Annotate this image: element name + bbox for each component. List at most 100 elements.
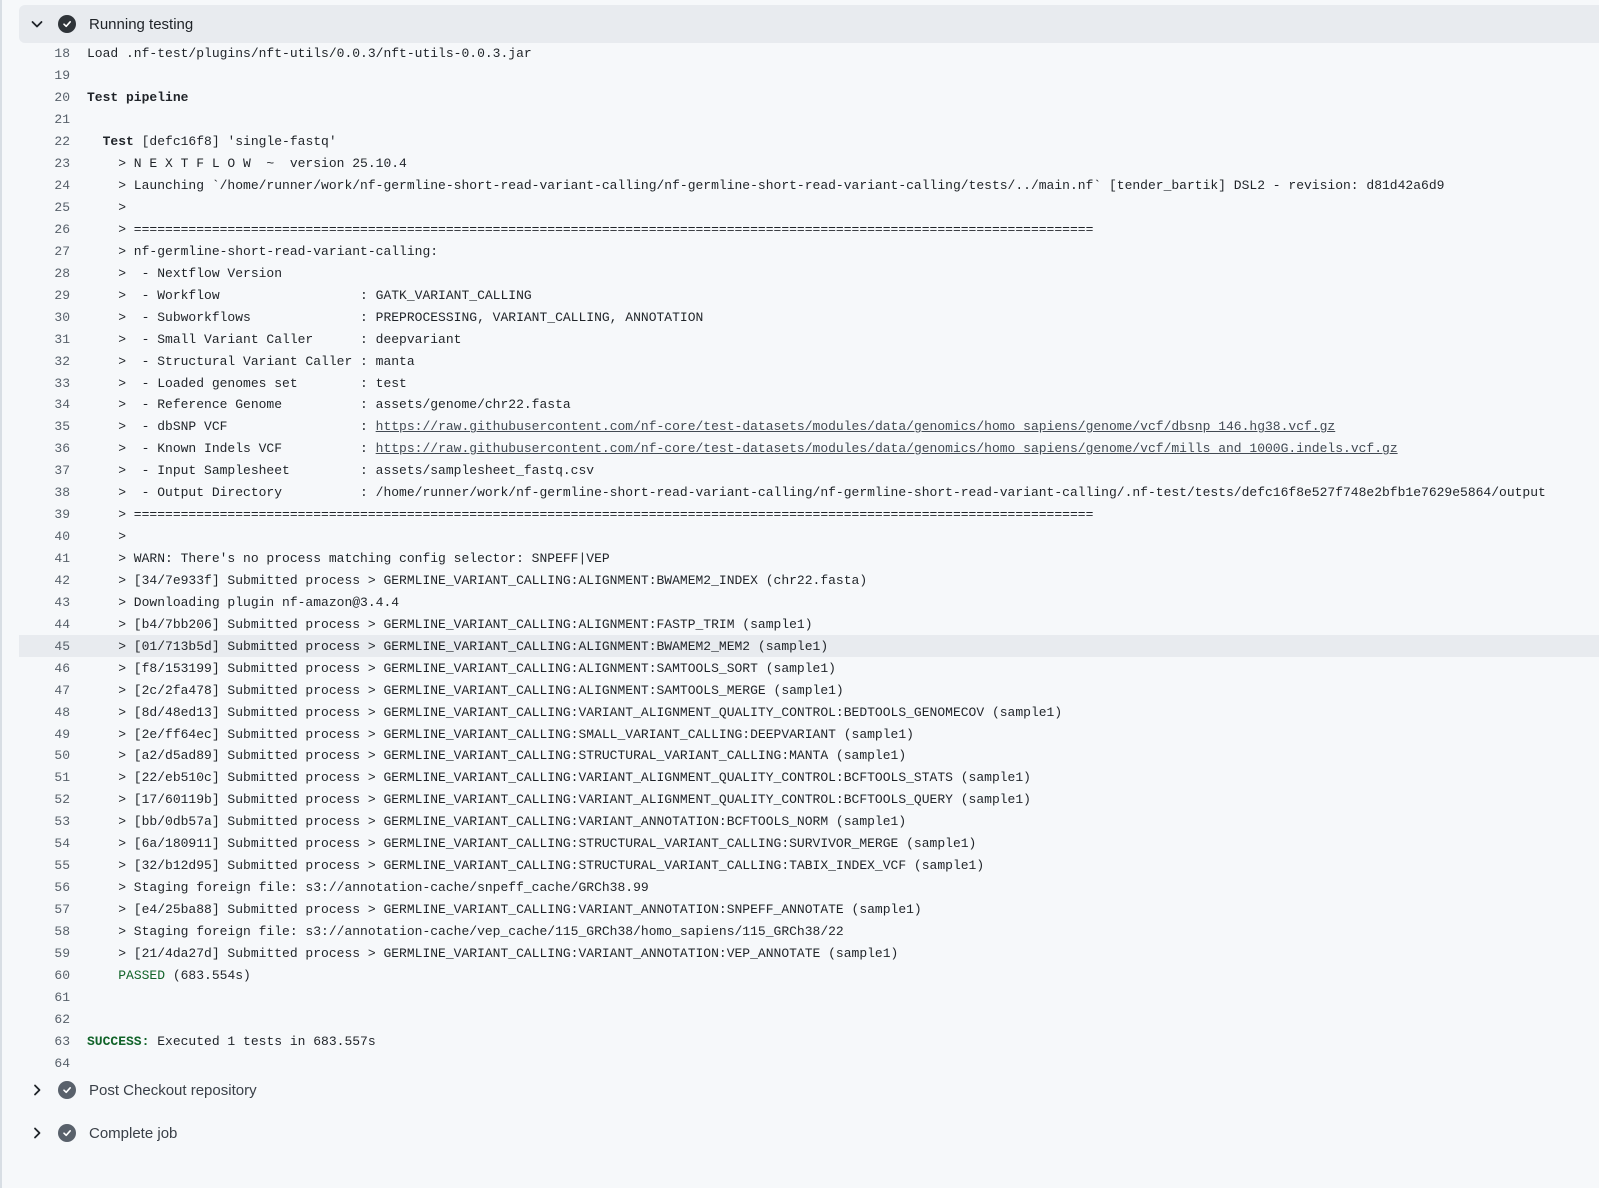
log-line[interactable]: 53 > [bb/0db57a] Submitted process > GER… — [19, 811, 1599, 833]
line-number[interactable]: 53 — [19, 814, 70, 829]
log-line[interactable]: 27 > nf-germline-short-read-variant-call… — [19, 240, 1599, 262]
log-line[interactable]: 54 > [6a/180911] Submitted process > GER… — [19, 833, 1599, 855]
log-line[interactable]: 23 > N E X T F L O W ~ version 25.10.4 — [19, 153, 1599, 175]
line-number[interactable]: 46 — [19, 661, 70, 676]
line-number[interactable]: 64 — [19, 1056, 70, 1071]
log-line[interactable]: 46 > [f8/153199] Submitted process > GER… — [19, 657, 1599, 679]
line-number[interactable]: 59 — [19, 946, 70, 961]
log-line[interactable]: 60 PASSED (683.554s) — [19, 964, 1599, 986]
log-line[interactable]: 49 > [2e/ff64ec] Submitted process > GER… — [19, 723, 1599, 745]
log-line[interactable]: 42 > [34/7e933f] Submitted process > GER… — [19, 570, 1599, 592]
log-line[interactable]: 40 > — [19, 526, 1599, 548]
line-number[interactable]: 37 — [19, 463, 70, 478]
line-number[interactable]: 26 — [19, 222, 70, 237]
log-line[interactable]: 29 > - Workflow : GATK_VARIANT_CALLING — [19, 284, 1599, 306]
log-line[interactable]: 57 > [e4/25ba88] Submitted process > GER… — [19, 899, 1599, 921]
line-number[interactable]: 43 — [19, 595, 70, 610]
line-number[interactable]: 40 — [19, 529, 70, 544]
log-line[interactable]: 34 > - Reference Genome : assets/genome/… — [19, 394, 1599, 416]
chevron-right-icon[interactable] — [20, 1114, 54, 1152]
log-line[interactable]: 61 — [19, 986, 1599, 1008]
log-line[interactable]: 50 > [a2/d5ad89] Submitted process > GER… — [19, 745, 1599, 767]
log-line[interactable]: 26 > ===================================… — [19, 219, 1599, 241]
line-number[interactable]: 47 — [19, 683, 70, 698]
line-number[interactable]: 54 — [19, 836, 70, 851]
log-line[interactable]: 52 > [17/60119b] Submitted process > GER… — [19, 789, 1599, 811]
line-number[interactable]: 51 — [19, 770, 70, 785]
log-line[interactable]: 59 > [21/4da27d] Submitted process > GER… — [19, 942, 1599, 964]
line-number[interactable]: 44 — [19, 617, 70, 632]
log-line[interactable]: 21 — [19, 109, 1599, 131]
line-number[interactable]: 58 — [19, 924, 70, 939]
log-line[interactable]: 36 > - Known Indels VCF : https://raw.gi… — [19, 438, 1599, 460]
line-number[interactable]: 24 — [19, 178, 70, 193]
step-complete-job[interactable]: Complete job — [19, 1114, 1599, 1152]
log-line[interactable]: 22 Test [defc16f8] 'single-fastq' — [19, 131, 1599, 153]
log-line[interactable]: 19 — [19, 65, 1599, 87]
line-number[interactable]: 56 — [19, 880, 70, 895]
log-line[interactable]: 30 > - Subworkflows : PREPROCESSING, VAR… — [19, 306, 1599, 328]
line-number[interactable]: 61 — [19, 990, 70, 1005]
line-number[interactable]: 33 — [19, 376, 70, 391]
line-number[interactable]: 22 — [19, 134, 70, 149]
line-number[interactable]: 42 — [19, 573, 70, 588]
log-line[interactable]: 20 Test pipeline — [19, 87, 1599, 109]
line-number[interactable]: 23 — [19, 156, 70, 171]
line-number[interactable]: 52 — [19, 792, 70, 807]
line-number[interactable]: 41 — [19, 551, 70, 566]
line-number[interactable]: 62 — [19, 1012, 70, 1027]
log-line[interactable]: 44 > [b4/7bb206] Submitted process > GER… — [19, 613, 1599, 635]
line-number[interactable]: 50 — [19, 748, 70, 763]
log-line[interactable]: 63 SUCCESS: Executed 1 tests in 683.557s — [19, 1030, 1599, 1052]
line-number[interactable]: 18 — [19, 46, 70, 61]
line-number[interactable]: 38 — [19, 485, 70, 500]
log-line[interactable]: 32 > - Structural Variant Caller : manta — [19, 350, 1599, 372]
log-link[interactable]: https://raw.githubusercontent.com/nf-cor… — [376, 419, 1336, 434]
log-line[interactable]: 51 > [22/eb510c] Submitted process > GER… — [19, 767, 1599, 789]
log-line[interactable]: 28 > - Nextflow Version — [19, 262, 1599, 284]
line-number[interactable]: 21 — [19, 112, 70, 127]
step-running-testing[interactable]: Running testing — [19, 5, 1599, 43]
log-line[interactable]: 55 > [32/b12d95] Submitted process > GER… — [19, 855, 1599, 877]
log-line[interactable]: 58 > Staging foreign file: s3://annotati… — [19, 921, 1599, 943]
log-line[interactable]: 45 > [01/713b5d] Submitted process > GER… — [19, 635, 1599, 658]
line-number[interactable]: 39 — [19, 507, 70, 522]
log-line[interactable]: 47 > [2c/2fa478] Submitted process > GER… — [19, 679, 1599, 701]
line-number[interactable]: 36 — [19, 441, 70, 456]
line-number[interactable]: 19 — [19, 68, 70, 83]
line-number[interactable]: 27 — [19, 244, 70, 259]
line-number[interactable]: 45 — [19, 639, 70, 654]
log-line[interactable]: 41 > WARN: There's no process matching c… — [19, 548, 1599, 570]
line-number[interactable]: 57 — [19, 902, 70, 917]
log-line[interactable]: 24 > Launching `/home/runner/work/nf-ger… — [19, 175, 1599, 197]
line-number[interactable]: 25 — [19, 200, 70, 215]
line-number[interactable]: 34 — [19, 397, 70, 412]
log-line[interactable]: 62 — [19, 1008, 1599, 1030]
log-line[interactable]: 38 > - Output Directory : /home/runner/w… — [19, 482, 1599, 504]
line-number[interactable]: 30 — [19, 310, 70, 325]
line-number[interactable]: 20 — [19, 90, 70, 105]
step-post-checkout-repository[interactable]: Post Checkout repository — [19, 1071, 1599, 1109]
log-line[interactable]: 39 > ===================================… — [19, 504, 1599, 526]
line-number[interactable]: 48 — [19, 705, 70, 720]
log-line[interactable]: 43 > Downloading plugin nf-amazon@3.4.4 — [19, 591, 1599, 613]
line-number[interactable]: 31 — [19, 332, 70, 347]
chevron-right-icon[interactable] — [20, 1071, 54, 1109]
log-line[interactable]: 37 > - Input Samplesheet : assets/sample… — [19, 460, 1599, 482]
log-line[interactable]: 56 > Staging foreign file: s3://annotati… — [19, 877, 1599, 899]
log-line[interactable]: 33 > - Loaded genomes set : test — [19, 372, 1599, 394]
log-line[interactable]: 35 > - dbSNP VCF : https://raw.githubuse… — [19, 416, 1599, 438]
log-line[interactable]: 25 > — [19, 197, 1599, 219]
log-line[interactable]: 31 > - Small Variant Caller : deepvarian… — [19, 328, 1599, 350]
line-number[interactable]: 55 — [19, 858, 70, 873]
log-link[interactable]: https://raw.githubusercontent.com/nf-cor… — [376, 441, 1398, 456]
line-number[interactable]: 32 — [19, 354, 70, 369]
line-number[interactable]: 29 — [19, 288, 70, 303]
log-line[interactable]: 18 Load .nf-test/plugins/nft-utils/0.0.3/… — [19, 43, 1599, 65]
line-number[interactable]: 35 — [19, 419, 70, 434]
chevron-down-icon[interactable] — [20, 5, 54, 43]
line-number[interactable]: 49 — [19, 727, 70, 742]
log-line[interactable]: 48 > [8d/48ed13] Submitted process > GER… — [19, 701, 1599, 723]
line-number[interactable]: 28 — [19, 266, 70, 281]
line-number[interactable]: 60 — [19, 968, 70, 983]
